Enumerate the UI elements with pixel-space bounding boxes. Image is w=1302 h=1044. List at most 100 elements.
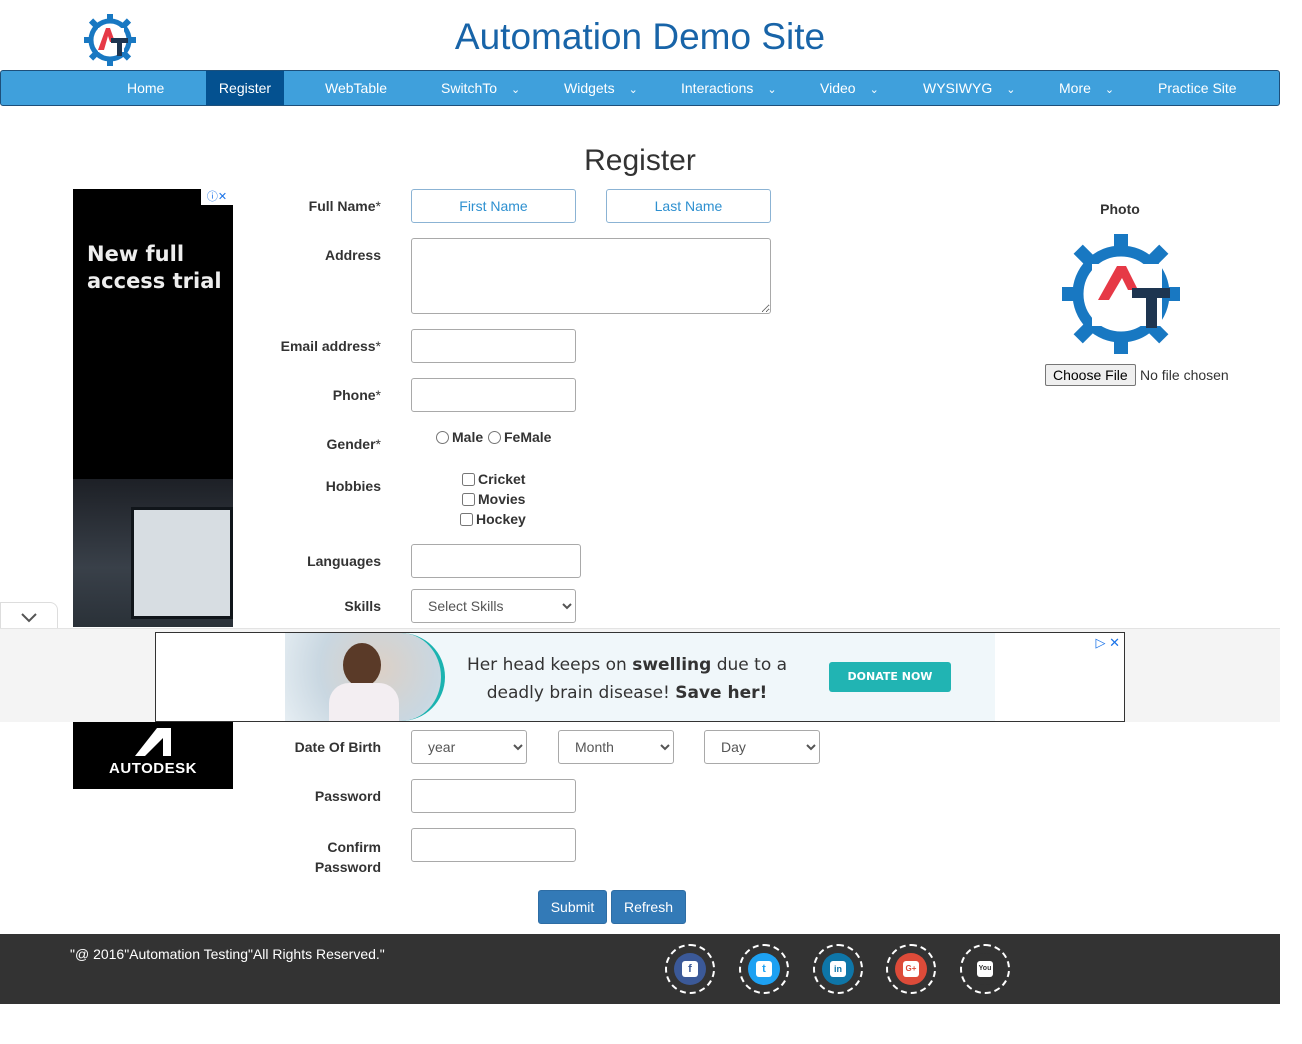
confirm-password-input[interactable] — [411, 828, 576, 862]
ad-message-bold: Save her! — [675, 683, 768, 703]
chevron-down-icon: ⌄ — [628, 84, 638, 96]
youtube-glyph: You — [977, 961, 993, 977]
copyright-text: "@ 2016"Automation Testing"All Rights Re… — [70, 946, 385, 962]
nav-widgets-label: Widgets — [564, 80, 615, 96]
confirm-password-label-line1: Confirm — [327, 839, 381, 855]
footer — [0, 934, 1280, 1004]
email-label: Email address* — [0, 338, 381, 354]
ad-baby-body — [329, 683, 399, 721]
gender-label: Gender* — [0, 436, 381, 452]
left-advertisement-brand[interactable]: AUTODESK — [73, 722, 233, 789]
site-title: Automation Demo Site — [454, 16, 826, 57]
gender-female-radio[interactable] — [488, 430, 501, 444]
dob-year-select[interactable]: year — [411, 730, 527, 764]
bottom-advertisement[interactable]: ▷ ✕ Her head keeps on swelling due to a … — [155, 632, 1125, 722]
languages-label: Languages — [307, 553, 381, 569]
hobby-movies-label: Movies — [478, 491, 526, 507]
languages-input[interactable] — [411, 544, 581, 578]
gender-male-label: Male — [452, 429, 484, 445]
gender-female-label: FeMale — [504, 429, 552, 445]
required-mark: * — [375, 436, 381, 452]
nav-wysiwyg[interactable]: WYSIWYG ⌄ — [911, 71, 1027, 105]
nav-practice-site-label: Practice Site — [1158, 80, 1237, 96]
nav-register-label: Register — [218, 80, 272, 96]
nav-home[interactable]: Home — [115, 71, 176, 105]
facebook-icon: f — [674, 953, 706, 985]
chevron-down-icon: ⌄ — [767, 84, 777, 96]
refresh-button[interactable]: Refresh — [611, 890, 686, 924]
gender-female-option[interactable]: FeMale — [488, 429, 551, 445]
chevron-down-icon: ⌄ — [511, 84, 521, 96]
profile-photo-image — [1062, 234, 1180, 354]
required-mark: * — [375, 338, 381, 354]
nav-more-label: More — [1059, 80, 1091, 96]
nav-practice-site[interactable]: Practice Site — [1146, 71, 1249, 105]
hobby-cricket-option[interactable]: Cricket — [462, 471, 525, 487]
nav-video-label: Video — [820, 80, 856, 96]
email-label-text: Email address — [280, 338, 376, 354]
nav-video[interactable]: Video ⌄ — [808, 71, 891, 105]
address-label: Address — [324, 247, 381, 263]
nav-wysiwyg-label: WYSIWYG — [923, 80, 993, 96]
choose-file-button[interactable]: Choose File — [1045, 364, 1136, 386]
gender-male-radio[interactable] — [436, 430, 449, 444]
password-input[interactable] — [411, 779, 576, 813]
last-name-input[interactable] — [606, 189, 771, 223]
hobby-cricket-checkbox[interactable] — [462, 472, 475, 486]
twitter-glyph: t — [756, 961, 772, 977]
nav-webtable[interactable]: WebTable — [313, 71, 399, 105]
hobby-hockey-option[interactable]: Hockey — [460, 511, 526, 527]
nav-home-label: Home — [127, 80, 165, 96]
autodesk-brand-text: AUTODESK — [109, 760, 197, 777]
submit-button[interactable]: Submit — [538, 890, 607, 924]
facebook-link[interactable]: f — [665, 944, 715, 994]
address-textarea[interactable] — [411, 238, 771, 314]
nav-more[interactable]: More ⌄ — [1047, 71, 1126, 105]
gender-label-text: Gender — [326, 436, 376, 452]
nav-register[interactable]: Register — [206, 71, 284, 105]
google-plus-link[interactable]: G+ — [886, 944, 936, 994]
twitter-link[interactable]: t — [739, 944, 789, 994]
chevron-down-icon: ⌄ — [1006, 84, 1016, 96]
nav-webtable-label: WebTable — [325, 80, 388, 96]
hobby-hockey-checkbox[interactable] — [460, 512, 473, 526]
nav-switchto-label: SwitchTo — [441, 80, 498, 96]
nav-interactions-label: Interactions — [681, 80, 754, 96]
full-name-label: Full Name* — [0, 198, 381, 214]
phone-input[interactable] — [411, 378, 576, 412]
ad-message-bold: swelling — [632, 655, 712, 675]
facebook-glyph: f — [682, 961, 698, 977]
hobby-movies-checkbox[interactable] — [462, 492, 475, 506]
file-status-text: No file chosen — [1140, 367, 1229, 383]
phone-label-text: Phone — [332, 387, 376, 403]
ad-baby-image — [285, 633, 445, 721]
twitter-icon: t — [748, 953, 780, 985]
ad-collapse-button[interactable] — [0, 602, 58, 630]
ad-baby-face — [343, 643, 381, 687]
donate-now-button[interactable]: DONATE NOW — [829, 662, 951, 692]
chevron-down-icon — [21, 613, 37, 623]
page-title: Register — [584, 144, 696, 177]
photo-label: Photo — [1100, 201, 1140, 217]
linkedin-link[interactable]: in — [813, 944, 863, 994]
chevron-down-icon: ⌄ — [869, 84, 879, 96]
skills-select[interactable]: Select Skills — [411, 589, 576, 623]
nav-interactions[interactable]: Interactions ⌄ — [669, 71, 789, 105]
gender-male-option[interactable]: Male — [436, 429, 483, 445]
youtube-link[interactable]: You — [960, 944, 1010, 994]
nav-widgets[interactable]: Widgets ⌄ — [552, 71, 650, 105]
google-plus-icon: G+ — [895, 953, 927, 985]
dob-month-select[interactable]: Month — [558, 730, 674, 764]
youtube-icon: You — [969, 953, 1001, 985]
email-input[interactable] — [411, 329, 576, 363]
ad-choices-icon[interactable]: ▷ ✕ — [1095, 635, 1120, 651]
required-mark: * — [375, 387, 381, 403]
ad-message: Her head keeps on swelling due to a dead… — [457, 651, 797, 707]
confirm-password-label-line2: Password — [314, 859, 381, 875]
ad-banner-content: Her head keeps on swelling due to a dead… — [285, 633, 995, 721]
hobby-movies-option[interactable]: Movies — [462, 491, 525, 507]
dob-day-select[interactable]: Day — [704, 730, 820, 764]
first-name-input[interactable] — [411, 189, 576, 223]
confirm-password-label: Confirm Password — [0, 837, 381, 877]
nav-switchto[interactable]: SwitchTo ⌄ — [429, 71, 532, 105]
